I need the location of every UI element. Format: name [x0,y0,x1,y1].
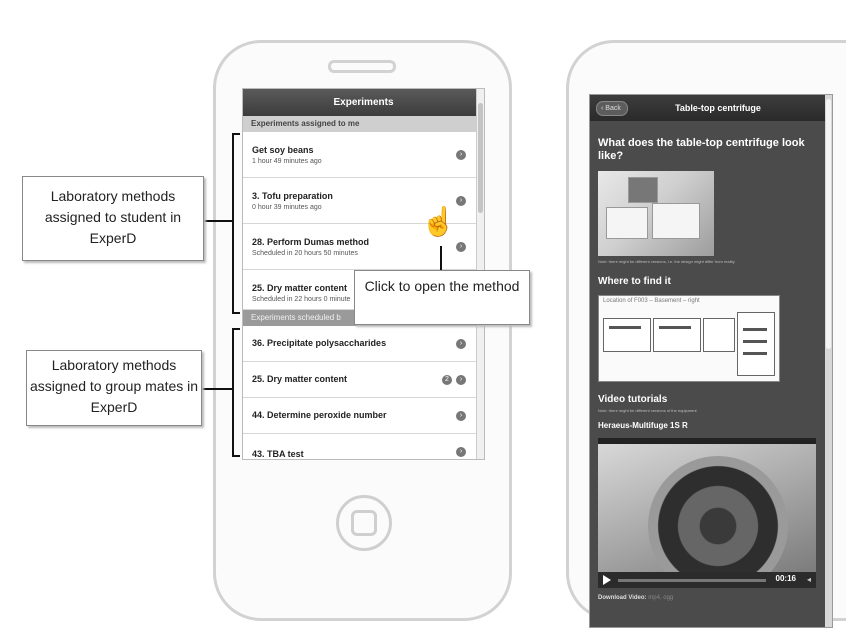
scrollbar-thumb[interactable] [826,99,831,349]
experiments-header: Experiments [243,89,484,116]
chevron-right-icon[interactable]: › [456,374,466,385]
play-icon[interactable] [603,575,611,585]
download-link[interactable]: mp4, ogg [648,595,673,601]
phone-speaker [328,60,396,73]
list-item[interactable]: 43. TBA test › [243,434,484,459]
video-note: Note: there might be different versions … [598,408,697,413]
list-item-title: 3. Tofu preparation [252,191,333,201]
connector-line [440,246,442,272]
centrifuge-shape [606,207,648,239]
home-button-inner [351,510,377,536]
download-row: Download Video: mp4, ogg [598,595,824,601]
equipment-title: Table-top centrifuge [675,103,761,113]
floorplan-label: Location of F003 – Basement – right [603,298,700,304]
count-badge: 2 [442,374,452,385]
bracket-group [232,328,240,457]
floorplan-bench [743,328,767,331]
chevron-right-icon[interactable]: › [456,149,466,160]
floorplan-bench [659,326,691,329]
scrollbar-thumb[interactable] [478,103,483,213]
chevron-right-icon[interactable]: › [456,410,466,421]
chevron-right-icon[interactable]: › [456,446,466,457]
scrollbar[interactable] [825,95,832,627]
section-assigned: Experiments assigned to me [243,116,484,132]
connector-line [202,388,234,390]
list-item-subtitle: Scheduled in 20 hours 50 minutes [252,250,358,257]
floorplan-room [703,318,735,352]
image-note: Note: there might be different versions,… [598,259,736,264]
chevron-right-icon[interactable]: › [456,338,466,349]
list-item-title: 43. TBA test [252,449,304,459]
callout-assigned-group: Laboratory methods assigned to group mat… [26,350,202,426]
centrifuge-photo [598,171,714,256]
floorplan-bench [743,340,767,343]
video-time: 00:16 [775,574,796,583]
volume-icon[interactable]: ◂ [807,575,811,584]
video-player[interactable] [598,444,816,572]
where-heading: Where to find it [598,276,671,287]
list-item[interactable]: Get soy beans 1 hour 49 minutes ago › [243,132,484,178]
list-item-title: Get soy beans [252,145,314,155]
floorplan-bench [609,326,641,329]
home-button[interactable] [336,495,392,551]
download-label: Download Video: [598,595,647,601]
connector-line [204,220,234,222]
centrifuge-shape [652,203,700,239]
floorplan-room [603,318,651,352]
callout-click-open: Click to open the method [354,270,530,325]
video-name: Heraeus-Multifuge 1S R [598,421,688,430]
floorplan-room [653,318,701,352]
bracket-assigned [232,133,240,314]
equipment-screen: ‹ Back Table-top centrifuge What does th… [589,94,833,628]
list-item[interactable]: 44. Determine peroxide number › [243,398,484,434]
chevron-right-icon[interactable]: › [456,195,466,206]
floorplan-bench [743,352,767,355]
floorplan-room [737,312,775,376]
list-item[interactable]: 25. Dry matter content 2 › [243,362,484,398]
list-item[interactable]: 36. Precipitate polysaccharides › [243,326,484,362]
video-progress[interactable] [618,579,766,582]
equipment-header: ‹ Back Table-top centrifuge [590,95,832,121]
list-item-subtitle: 1 hour 49 minutes ago [252,158,322,165]
list-item-title: 44. Determine peroxide number [252,410,387,420]
callout-assigned-student: Laboratory methods assigned to student i… [22,176,204,261]
centrifuge-shape [628,177,658,203]
floorplan-image: Location of F003 – Basement – right [598,295,780,382]
video-heading: Video tutorials [598,394,668,405]
list-item-title: 36. Precipitate polysaccharides [252,338,387,348]
chevron-right-icon[interactable]: › [456,241,466,252]
hand-cursor-icon: ☝ [421,206,456,237]
video-controls: 00:16 ◂ [598,572,816,588]
question-heading: What does the table-top centrifuge look … [598,137,805,162]
rotor-image [648,456,788,572]
